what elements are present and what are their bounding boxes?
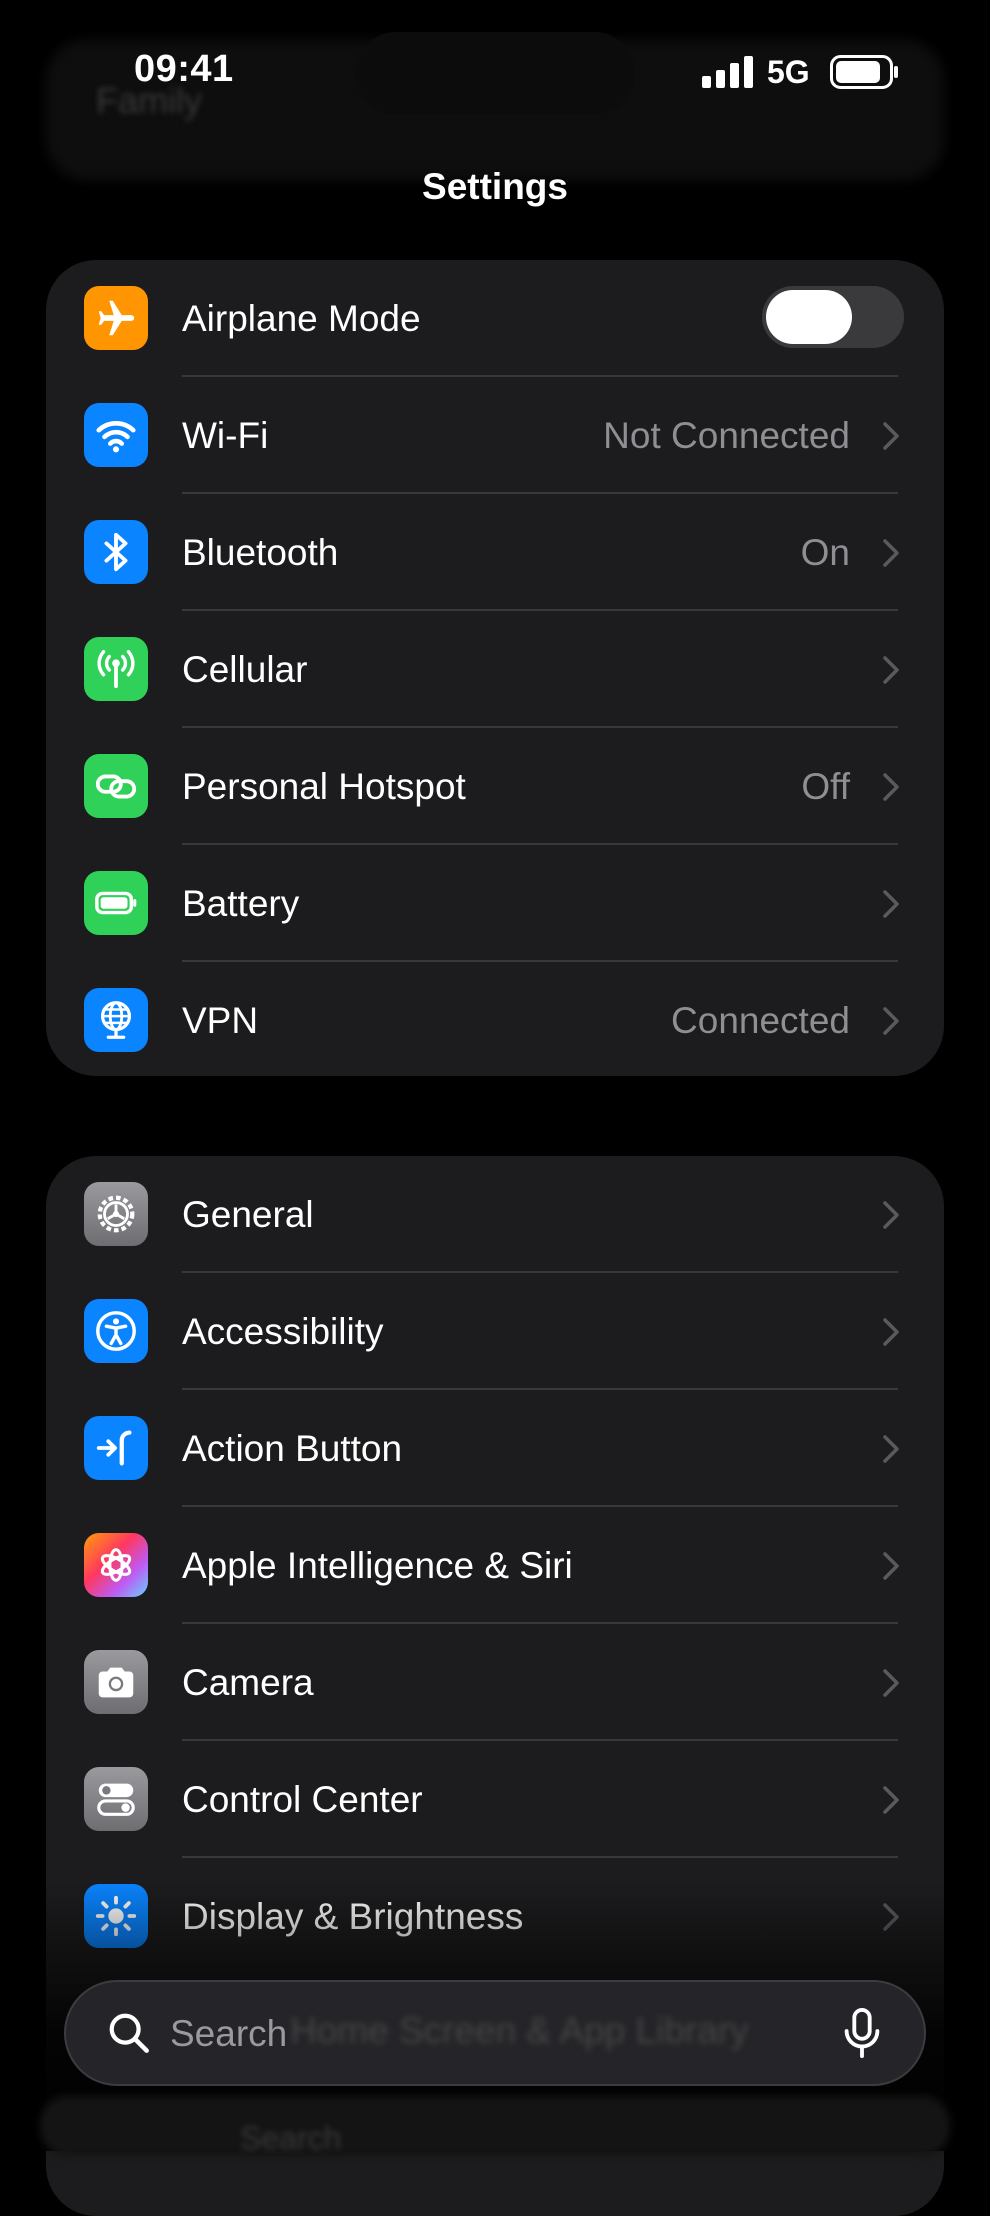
blurred-home-screen-label: Home Screen & App Library bbox=[290, 2010, 749, 2051]
row-label: Bluetooth bbox=[182, 532, 339, 573]
camera-icon bbox=[84, 1650, 148, 1714]
row-cellular[interactable]: Cellular bbox=[46, 611, 944, 728]
chevron-right-icon bbox=[883, 890, 899, 918]
row-label: Apple Intelligence & Siri bbox=[182, 1545, 573, 1586]
network-type: 5G bbox=[767, 54, 810, 90]
toggle-knob bbox=[766, 290, 852, 344]
row-bluetooth[interactable]: Bluetooth On bbox=[46, 494, 944, 611]
chevron-right-icon bbox=[883, 539, 899, 567]
blurred-next-row-label: Search bbox=[240, 2120, 342, 2156]
row-vpn[interactable]: VPN Connected bbox=[46, 962, 944, 1076]
microphone-icon[interactable] bbox=[842, 2008, 882, 2058]
chevron-right-icon bbox=[883, 1552, 899, 1580]
row-label: General bbox=[182, 1194, 314, 1235]
row-airplane-mode[interactable]: Airplane Mode bbox=[46, 260, 944, 377]
accessibility-icon bbox=[84, 1299, 148, 1363]
control-center-icon bbox=[84, 1767, 148, 1831]
row-general[interactable]: General bbox=[46, 1156, 944, 1273]
airplane-mode-toggle[interactable] bbox=[762, 286, 904, 348]
row-accessibility[interactable]: Accessibility bbox=[46, 1273, 944, 1390]
apple-intelligence-icon bbox=[84, 1533, 148, 1597]
row-value: On bbox=[800, 532, 850, 573]
row-label: Cellular bbox=[182, 649, 308, 690]
row-personal-hotspot[interactable]: Personal Hotspot Off bbox=[46, 728, 944, 845]
wifi-icon bbox=[84, 403, 148, 467]
blurred-next-row bbox=[40, 2096, 950, 2156]
chevron-right-icon bbox=[883, 1786, 899, 1814]
chevron-right-icon bbox=[883, 656, 899, 684]
chevron-right-icon bbox=[883, 1318, 899, 1346]
row-value: Off bbox=[801, 766, 850, 807]
row-value: Not Connected bbox=[603, 415, 850, 456]
page-title: Settings bbox=[422, 166, 568, 207]
row-label: Camera bbox=[182, 1662, 314, 1703]
chevron-right-icon bbox=[883, 1201, 899, 1229]
airplane-icon bbox=[84, 286, 148, 350]
cellular-signal-icon bbox=[702, 56, 753, 88]
chevron-right-icon bbox=[883, 773, 899, 801]
gear-icon bbox=[84, 1182, 148, 1246]
row-control-center[interactable]: Control Center bbox=[46, 1741, 944, 1858]
row-apple-intelligence-siri[interactable]: Apple Intelligence & Siri bbox=[46, 1507, 944, 1624]
row-battery[interactable]: Battery bbox=[46, 845, 944, 962]
status-time: 09:41 bbox=[134, 48, 234, 90]
chevron-right-icon bbox=[883, 1007, 899, 1035]
row-label: Control Center bbox=[182, 1779, 423, 1820]
row-camera[interactable]: Camera bbox=[46, 1624, 944, 1741]
search-icon bbox=[109, 2013, 149, 2053]
antenna-icon bbox=[84, 637, 148, 701]
chevron-right-icon bbox=[883, 1435, 899, 1463]
row-value: Connected bbox=[671, 1000, 850, 1041]
row-wifi[interactable]: Wi-Fi Not Connected bbox=[46, 377, 944, 494]
bluetooth-icon bbox=[84, 520, 148, 584]
status-bar: Family 09:41 5G bbox=[0, 0, 990, 180]
link-icon bbox=[84, 754, 148, 818]
dynamic-island bbox=[355, 32, 635, 114]
row-label: Airplane Mode bbox=[182, 298, 421, 339]
row-label: Accessibility bbox=[182, 1311, 384, 1352]
row-label: Battery bbox=[182, 883, 300, 924]
row-label: Action Button bbox=[182, 1428, 403, 1469]
row-action-button[interactable]: Action Button bbox=[46, 1390, 944, 1507]
globe-icon bbox=[84, 988, 148, 1052]
row-label: Wi-Fi bbox=[182, 415, 269, 456]
battery-status-icon bbox=[830, 55, 898, 89]
battery-icon bbox=[84, 871, 148, 935]
row-label: Personal Hotspot bbox=[182, 766, 466, 807]
connectivity-group: Airplane Mode Wi-Fi Not Connected Blueto… bbox=[46, 260, 944, 1076]
row-label: VPN bbox=[182, 1000, 259, 1041]
action-button-icon bbox=[84, 1416, 148, 1480]
chevron-right-icon bbox=[883, 422, 899, 450]
chevron-right-icon bbox=[883, 1669, 899, 1697]
